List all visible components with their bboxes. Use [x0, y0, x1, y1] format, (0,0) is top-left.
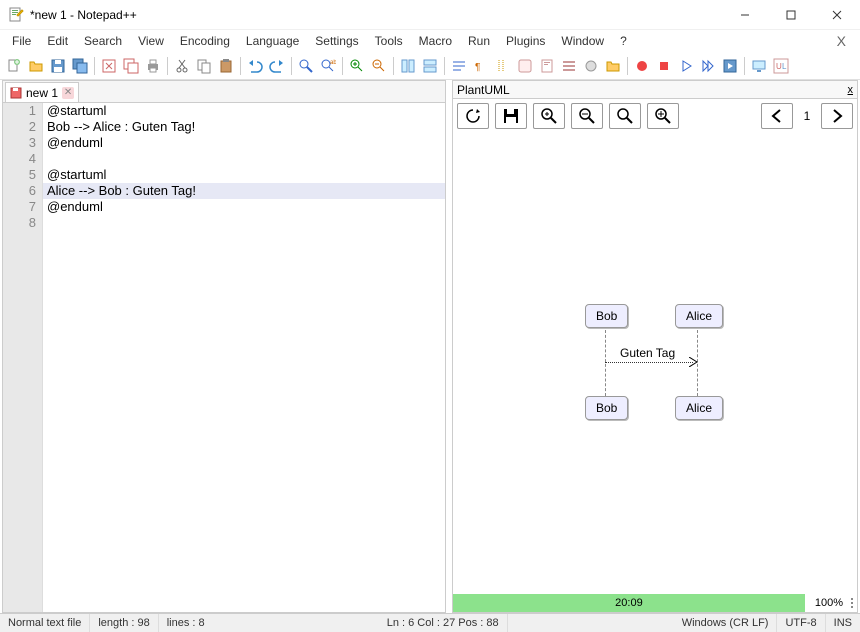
svg-text:ab: ab [330, 60, 336, 66]
menu-view[interactable]: View [130, 32, 172, 50]
find-icon[interactable] [296, 56, 316, 76]
zoom-out-icon[interactable] [369, 56, 389, 76]
undo-icon[interactable] [245, 56, 265, 76]
record-macro-icon[interactable] [632, 56, 652, 76]
replace-icon[interactable]: ab [318, 56, 338, 76]
status-eol: Windows (CR LF) [674, 614, 778, 632]
status-position: Ln : 6 Col : 27 Pos : 88 [379, 614, 508, 632]
indent-guide-icon[interactable] [493, 56, 513, 76]
unsaved-icon [10, 87, 22, 99]
zoom-in-button[interactable] [647, 103, 679, 129]
menu-search[interactable]: Search [76, 32, 130, 50]
paste-icon[interactable] [216, 56, 236, 76]
progress-fill: 20:09 [453, 594, 805, 612]
save-all-icon[interactable] [70, 56, 90, 76]
tab-label: new 1 [26, 86, 58, 100]
actor-box: Alice [675, 304, 723, 328]
open-file-icon[interactable] [26, 56, 46, 76]
save-icon[interactable] [48, 56, 68, 76]
menu-window[interactable]: Window [553, 32, 612, 50]
status-mode: INS [826, 614, 860, 632]
monitor-icon[interactable] [749, 56, 769, 76]
save-diagram-button[interactable] [495, 103, 527, 129]
menu-close-x[interactable]: X [827, 33, 856, 49]
menu-tools[interactable]: Tools [367, 32, 411, 50]
actor-box: Alice [675, 396, 723, 420]
zoom-in-icon[interactable] [347, 56, 367, 76]
copy-icon[interactable] [194, 56, 214, 76]
plantuml-icon[interactable]: UL [771, 56, 791, 76]
diagram-preview[interactable]: Bob Alice Guten Tag Bob Alice [453, 133, 857, 594]
maximize-button[interactable] [768, 0, 814, 30]
menu-macro[interactable]: Macro [411, 32, 460, 50]
prev-page-button[interactable] [761, 103, 793, 129]
close-all-icon[interactable] [121, 56, 141, 76]
editor-pane: new 1 ✕ 12345678 @startumlBob --> Alice … [2, 80, 446, 613]
plantuml-panel: PlantUML x 1 Bob Alice Guten Tag [452, 80, 858, 613]
progress-bar: 20:09 100% [453, 594, 857, 612]
menu-bar: File Edit Search View Encoding Language … [0, 30, 860, 52]
doc-list-icon[interactable] [559, 56, 579, 76]
cut-icon[interactable] [172, 56, 192, 76]
menu-help[interactable]: ? [612, 32, 635, 50]
redo-icon[interactable] [267, 56, 287, 76]
udl-icon[interactable] [515, 56, 535, 76]
print-icon[interactable] [143, 56, 163, 76]
status-filetype: Normal text file [0, 614, 90, 632]
new-file-icon[interactable] [4, 56, 24, 76]
status-encoding: UTF-8 [777, 614, 825, 632]
status-bar: Normal text file length : 98 lines : 8 L… [0, 613, 860, 632]
func-list-icon[interactable] [581, 56, 601, 76]
status-length: length : 98 [90, 614, 158, 632]
panel-toolbar: 1 [453, 99, 857, 133]
actor-box: Bob [585, 396, 628, 420]
app-icon [8, 7, 24, 23]
tab-new1[interactable]: new 1 ✕ [5, 82, 79, 102]
toolbar: ab ¶ UL [0, 52, 860, 80]
title-bar: *new 1 - Notepad++ [0, 0, 860, 30]
play-macro-icon[interactable] [676, 56, 696, 76]
folder-workspace-icon[interactable] [603, 56, 623, 76]
window-title: *new 1 - Notepad++ [30, 8, 137, 22]
menu-language[interactable]: Language [238, 32, 307, 50]
progress-pct: 100% [809, 597, 849, 609]
menu-file[interactable]: File [4, 32, 39, 50]
panel-title: PlantUML [457, 83, 848, 97]
all-chars-icon[interactable]: ¶ [471, 56, 491, 76]
close-button[interactable] [814, 0, 860, 30]
menu-plugins[interactable]: Plugins [498, 32, 553, 50]
editor-tabs: new 1 ✕ [3, 81, 445, 103]
menu-run[interactable]: Run [460, 32, 498, 50]
tab-close-icon[interactable]: ✕ [62, 87, 74, 99]
line-gutter: 12345678 [3, 103, 43, 612]
menu-encoding[interactable]: Encoding [172, 32, 238, 50]
svg-text:L: L [782, 62, 787, 71]
refresh-button[interactable] [457, 103, 489, 129]
wordwrap-icon[interactable] [449, 56, 469, 76]
next-page-button[interactable] [821, 103, 853, 129]
stop-macro-icon[interactable] [654, 56, 674, 76]
message-label: Guten Tag [620, 346, 675, 360]
zoom-reset-button[interactable] [609, 103, 641, 129]
panel-close-icon[interactable]: x [848, 84, 854, 96]
svg-text:¶: ¶ [475, 62, 480, 73]
menu-settings[interactable]: Settings [307, 32, 366, 50]
status-lines: lines : 8 [159, 614, 213, 632]
code-area[interactable]: @startumlBob --> Alice : Guten Tag!@endu… [43, 103, 445, 612]
close-file-icon[interactable] [99, 56, 119, 76]
sync-v-icon[interactable] [398, 56, 418, 76]
doc-map-icon[interactable] [537, 56, 557, 76]
code-editor[interactable]: 12345678 @startumlBob --> Alice : Guten … [3, 103, 445, 612]
minimize-button[interactable] [722, 0, 768, 30]
page-number: 1 [799, 109, 815, 123]
sequence-diagram: Bob Alice Guten Tag Bob Alice [575, 304, 735, 424]
save-macro-icon[interactable] [720, 56, 740, 76]
play-multi-icon[interactable] [698, 56, 718, 76]
menu-edit[interactable]: Edit [39, 32, 76, 50]
zoom-out-button[interactable] [571, 103, 603, 129]
panel-title-bar: PlantUML x [453, 81, 857, 99]
actor-box: Bob [585, 304, 628, 328]
zoom-fit-button[interactable] [533, 103, 565, 129]
sync-h-icon[interactable] [420, 56, 440, 76]
